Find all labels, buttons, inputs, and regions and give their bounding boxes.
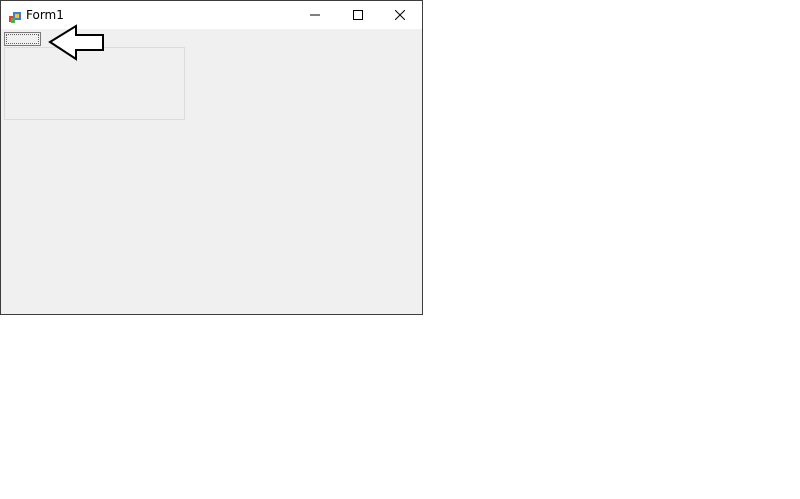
close-button[interactable] (378, 1, 422, 29)
form-window: Form1 (0, 0, 423, 315)
maximize-icon (353, 10, 363, 20)
minimize-button[interactable] (293, 1, 337, 29)
app-icon (9, 9, 22, 23)
text-input[interactable] (4, 32, 41, 46)
window-title: Form1 (26, 8, 64, 22)
minimize-icon (310, 10, 320, 20)
close-icon (395, 10, 405, 20)
left-arrow-icon (48, 24, 106, 61)
maximize-button[interactable] (336, 1, 380, 29)
